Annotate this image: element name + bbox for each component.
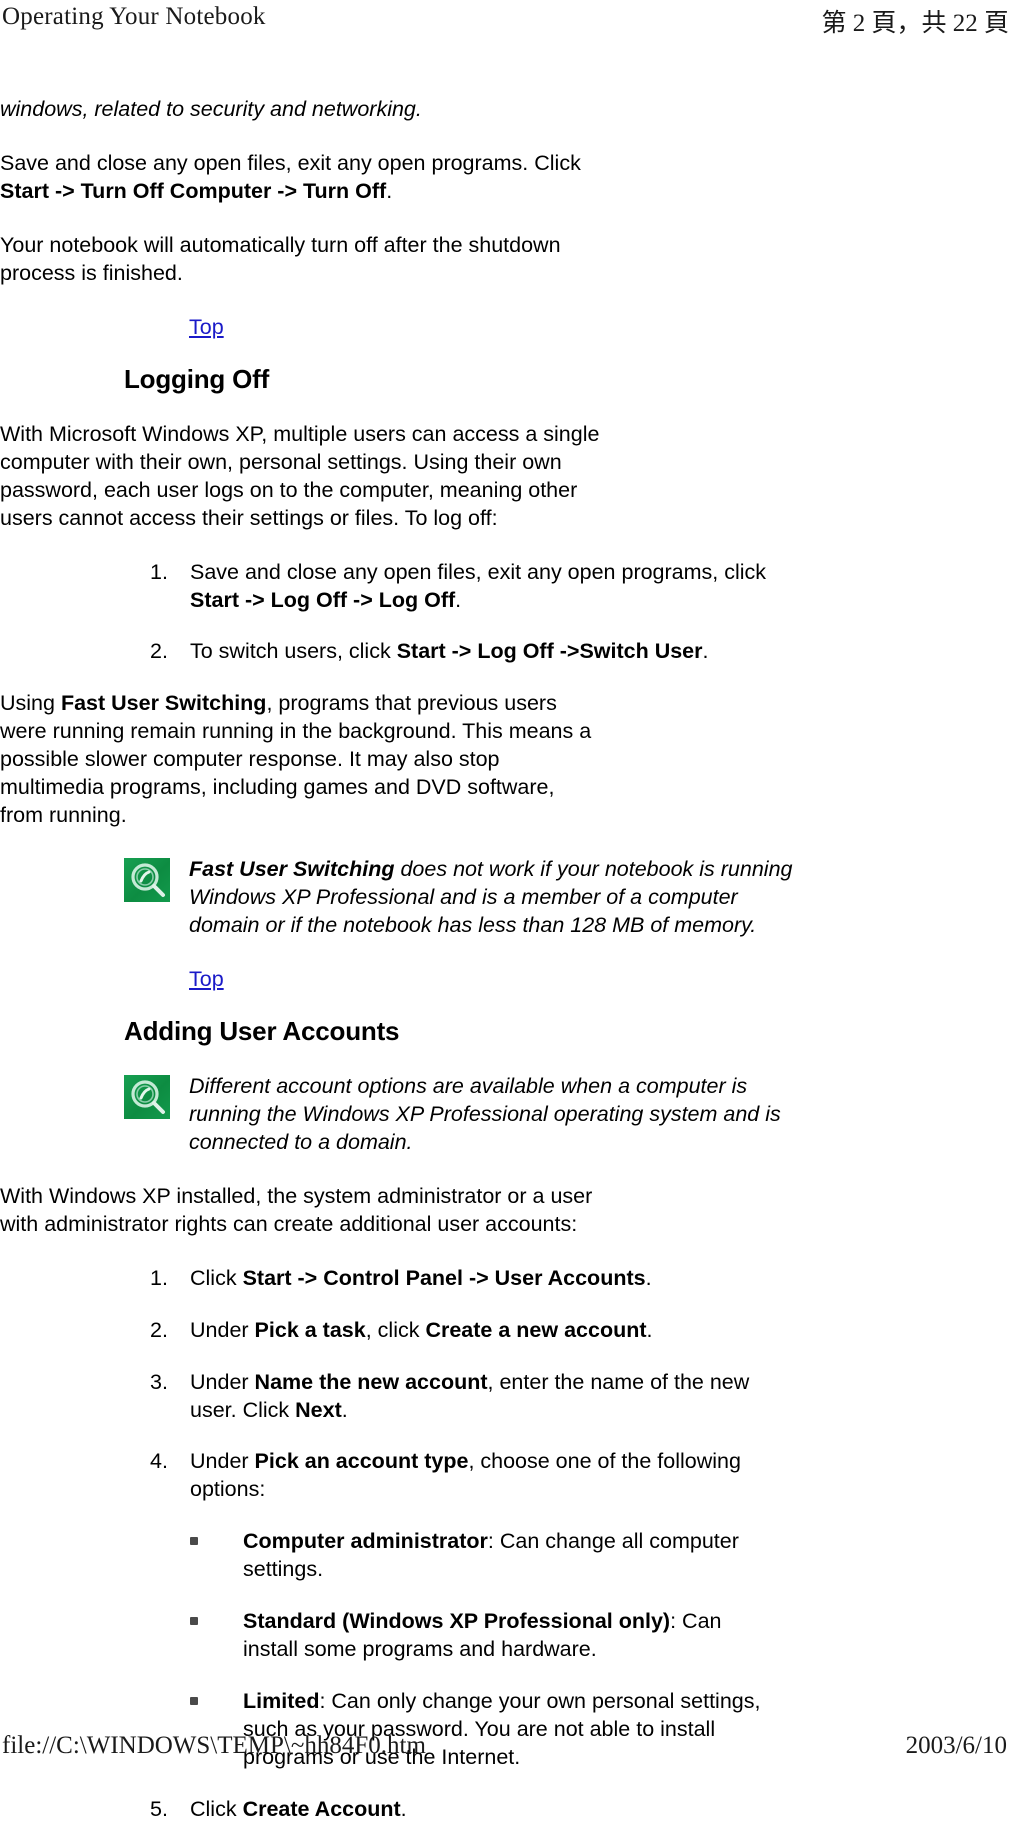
page-footer: file://C:\WINDOWS\TEMP\~hh84F0.htm 2003/…	[0, 1724, 1013, 1759]
step-post: .	[645, 1265, 652, 1290]
step-post: .	[646, 1317, 653, 1342]
shutdown-pre: Save and close any open files, exit any …	[0, 150, 581, 175]
list-item: Computer administrator: Can change all c…	[190, 1528, 770, 1584]
page-header-title: Operating Your Notebook	[2, 3, 266, 30]
fus-pre: Using	[0, 691, 61, 716]
top-link-1[interactable]: Top	[189, 314, 224, 342]
step-pre: Click	[190, 1265, 243, 1290]
top-link-wrapper-2: Top	[189, 966, 1013, 994]
step-pre: Under	[190, 1369, 255, 1394]
list-item: 2. Under Pick a task, click Create a new…	[150, 1317, 790, 1345]
note-text: Different account options are available …	[189, 1073, 794, 1157]
step-bold-2: Create a new account	[425, 1317, 647, 1342]
step-post: .	[455, 587, 462, 612]
step-bold: Pick a task	[254, 1317, 366, 1342]
bullet-bold: Limited	[243, 1689, 320, 1714]
step-pre: Under	[190, 1317, 255, 1342]
step-pre: Under	[190, 1449, 255, 1474]
bullet-bold: Standard (Windows XP Professional only)	[243, 1609, 671, 1634]
step-bold: Pick an account type	[254, 1449, 469, 1474]
step-pre: Save and close any open files, exit any …	[190, 559, 767, 584]
square-bullet-icon	[190, 1697, 198, 1706]
list-marker: 1.	[150, 559, 168, 584]
page-footer-filepath: file://C:\WINDOWS\TEMP\~hh84F0.htm	[2, 1732, 426, 1759]
document-content: windows, related to security and network…	[0, 96, 1013, 1848]
list-item-body: Computer administrator: Can change all c…	[243, 1528, 770, 1584]
square-bullet-icon	[190, 1617, 198, 1626]
step-mid: , click	[365, 1317, 426, 1342]
section-heading-adding-user-accounts: Adding User Accounts	[124, 1015, 400, 1046]
list-item-body: Save and close any open files, exit any …	[190, 559, 790, 615]
list-marker: 1.	[150, 1265, 168, 1290]
list-marker: 4.	[150, 1449, 168, 1474]
list-item-body: Under Name the new account, enter the na…	[190, 1369, 790, 1425]
list-item: 4. Under Pick an account type, choose on…	[150, 1448, 790, 1504]
step-post: .	[341, 1397, 348, 1422]
step-post: .	[702, 639, 709, 664]
step-bold: Name the new account	[254, 1369, 488, 1394]
note-bold: Fast User Switching	[189, 857, 395, 882]
fast-user-switching-paragraph: Using Fast User Switching, programs that…	[0, 690, 600, 830]
intro-italic-paragraph: windows, related to security and network…	[0, 97, 422, 121]
adding-accounts-intro: With Windows XP installed, the system ad…	[0, 1183, 593, 1236]
shutdown-paragraph: Save and close any open files, exit any …	[0, 150, 600, 206]
step-bold: Start -> Log Off ->Switch User	[396, 639, 703, 664]
list-item-body: To switch users, click Start -> Log Off …	[190, 638, 790, 666]
page-header: Operating Your Notebook 第 2 頁，共 22 頁	[0, 3, 1013, 37]
bullet-bold: Computer administrator	[243, 1529, 488, 1554]
list-item: 1. Click Start -> Control Panel -> User …	[150, 1265, 790, 1293]
step-bold: Start -> Control Panel -> User Accounts	[242, 1265, 646, 1290]
list-item: 2. To switch users, click Start -> Log O…	[150, 638, 790, 666]
square-bullet-icon	[190, 1537, 198, 1546]
page-footer-date: 2003/6/10	[905, 1732, 1007, 1759]
list-marker: 2.	[150, 639, 168, 664]
step-post: .	[400, 1796, 407, 1821]
note-green-icon	[124, 1075, 170, 1119]
list-item-body: Standard (Windows XP Professional only):…	[243, 1608, 770, 1664]
auto-off-paragraph: Your notebook will automatically turn of…	[0, 232, 561, 285]
note-green-icon	[124, 858, 170, 903]
section-heading-logging-off: Logging Off	[124, 363, 270, 394]
note-text: Fast User Switching does not work if you…	[189, 856, 794, 940]
step-pre: To switch users, click	[190, 639, 397, 664]
list-item-body: Under Pick a task, click Create a new ac…	[190, 1317, 790, 1345]
note-block-fast-user-switching: Fast User Switching does not work if you…	[124, 856, 794, 940]
top-link-wrapper-1: Top	[189, 314, 1013, 342]
list-item-body: Click Start -> Control Panel -> User Acc…	[190, 1265, 790, 1293]
list-item-body: Click Create Account.	[190, 1796, 790, 1824]
logging-off-intro: With Microsoft Windows XP, multiple user…	[0, 421, 600, 530]
fus-bold: Fast User Switching	[60, 691, 267, 716]
step-bold: Start -> Log Off -> Log Off	[190, 587, 456, 612]
note-rest: Different account options are available …	[189, 1074, 781, 1154]
list-item: 1. Save and close any open files, exit a…	[150, 559, 790, 615]
shutdown-post: .	[386, 178, 393, 203]
top-link-2[interactable]: Top	[189, 966, 224, 994]
list-marker: 5.	[150, 1796, 168, 1821]
list-item: 3. Under Name the new account, enter the…	[150, 1369, 790, 1425]
list-item: Standard (Windows XP Professional only):…	[190, 1608, 770, 1664]
list-item-body: Under Pick an account type, choose one o…	[190, 1448, 790, 1504]
step-pre: Click	[190, 1796, 243, 1821]
step-bold: Create Account	[242, 1796, 401, 1821]
page-header-pagination: 第 2 頁，共 22 頁	[821, 10, 1009, 37]
list-marker: 2.	[150, 1317, 168, 1342]
shutdown-bold: Start -> Turn Off Computer -> Turn Off	[0, 178, 387, 203]
step-bold-2: Next	[295, 1397, 342, 1422]
note-block-account-options: Different account options are available …	[124, 1073, 794, 1157]
list-marker: 3.	[150, 1369, 168, 1394]
list-item: 5. Click Create Account.	[150, 1796, 790, 1824]
